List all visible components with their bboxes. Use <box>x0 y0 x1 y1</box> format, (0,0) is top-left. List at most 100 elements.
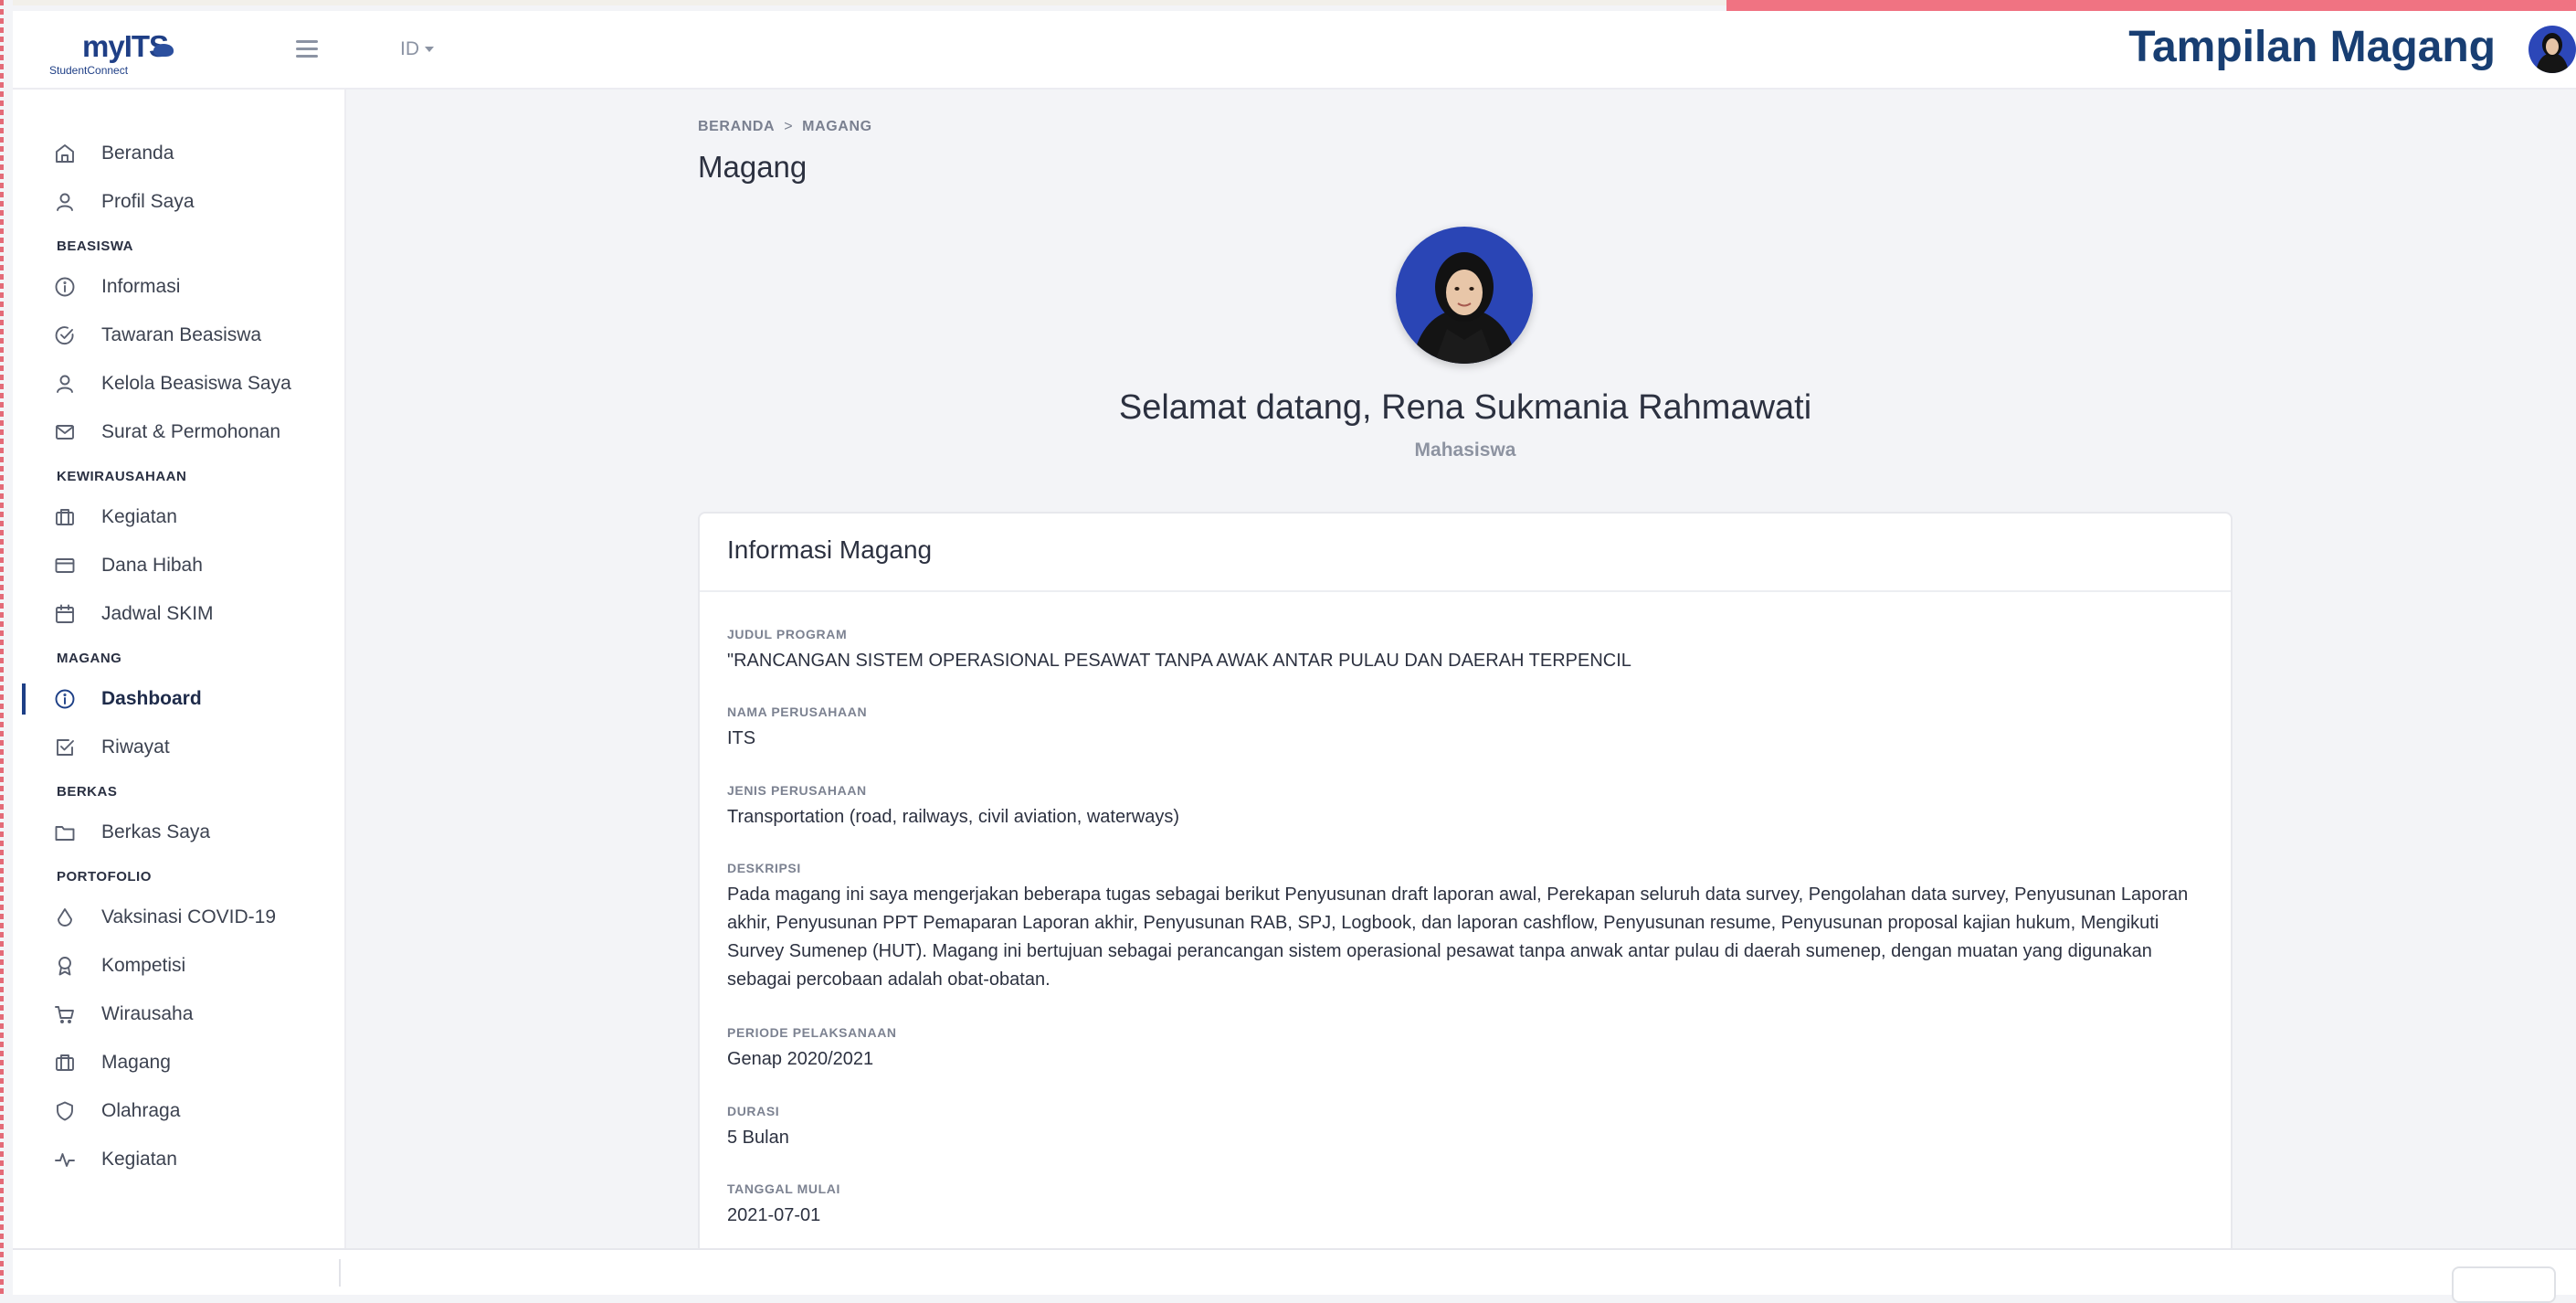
myits-logo[interactable]: myITS StudentConnect <box>49 29 177 80</box>
sidebar-item-olahraga[interactable]: Olahraga <box>13 1088 344 1132</box>
sidebar-item-dashboard[interactable]: Dashboard <box>13 676 344 720</box>
check-circle-icon <box>53 323 77 347</box>
sidebar-item-tawaran-beasiswa[interactable]: Tawaran Beasiswa <box>13 313 344 356</box>
sidebar-section-magang: MAGANG <box>57 651 122 666</box>
sidebar-item-label: Dana Hibah <box>101 555 203 576</box>
field-value: ITS <box>727 728 756 748</box>
sidebar-item-surat-permohonan[interactable]: Surat & Permohonan <box>13 409 344 453</box>
sidebar-section-berkas: BERKAS <box>57 784 118 800</box>
sidebar-item-magang[interactable]: Magang <box>13 1040 344 1084</box>
card-header: Informasi Magang <box>700 514 2231 592</box>
sidebar-item-label: Kompetisi <box>101 955 186 976</box>
sidebar-section-portofolio: PORTOFOLIO <box>57 869 152 885</box>
field-label: JUDUL PROGRAM <box>727 627 848 641</box>
breadcrumb: BERANDA > MAGANG <box>698 119 872 135</box>
sidebar-item-vaksinasi-covid-19[interactable]: Vaksinasi COVID-19 <box>13 895 344 938</box>
bottom-divider <box>339 1259 341 1287</box>
droplet-icon <box>53 906 77 929</box>
sidebar-item-berkas-saya[interactable]: Berkas Saya <box>13 810 344 853</box>
sidebar-item-informasi[interactable]: Informasi <box>13 264 344 308</box>
logo-sub-text: StudentConnect <box>49 64 129 77</box>
sidebar-item-label: Riwayat <box>101 736 170 757</box>
calendar-icon <box>53 602 77 626</box>
sidebar-item-kegiatan[interactable]: Kegiatan <box>13 494 344 538</box>
user-icon <box>53 190 77 214</box>
caret-down-icon <box>425 47 434 53</box>
sidebar-item-label: Informasi <box>101 276 181 297</box>
menu-toggle-icon[interactable] <box>296 40 318 58</box>
briefcase-icon <box>53 1051 77 1075</box>
breadcrumb-current: MAGANG <box>802 119 872 134</box>
accent-strip <box>1726 0 2576 11</box>
field-value: 2021-07-01 <box>727 1205 821 1225</box>
activity-icon <box>53 1148 77 1171</box>
sidebar-item-label: Berkas Saya <box>101 821 211 842</box>
sidebar-item-beranda[interactable]: Beranda <box>13 131 344 175</box>
award-icon <box>53 954 77 978</box>
sidebar-section-beasiswa: BEASISWA <box>57 238 134 254</box>
credit-card-icon <box>53 554 77 577</box>
language-selector[interactable]: ID <box>400 38 434 60</box>
language-label: ID <box>400 38 419 59</box>
sidebar-item-label: Kegiatan <box>101 506 177 527</box>
field-label: NAMA PERUSAHAAN <box>727 704 868 719</box>
sidebar-item-label: Kelola Beasiswa Saya <box>101 373 291 394</box>
sidebar: Beranda Profil Saya BEASISWA Informasi Tawar… <box>13 90 346 1248</box>
info-icon <box>53 275 77 299</box>
sidebar-item-kompetisi[interactable]: Kompetisi <box>13 943 344 987</box>
sidebar-item-label: Vaksinasi COVID-19 <box>101 906 277 927</box>
field-value: Transportation (road, railways, civil av… <box>727 807 1179 827</box>
logo-mark-icon <box>153 44 174 57</box>
info-icon <box>53 687 77 711</box>
sidebar-item-label: Profil Saya <box>101 191 195 212</box>
cart-icon <box>53 1002 77 1026</box>
welcome-message: Selamat datang, Rena Sukmania Rahmawati <box>1118 388 1812 427</box>
folder-icon <box>53 821 77 844</box>
bottom-bar <box>13 1248 2576 1303</box>
page-title: Magang <box>698 150 808 184</box>
top-strip <box>13 0 1726 5</box>
breadcrumb-home[interactable]: BERANDA <box>698 119 775 134</box>
sidebar-item-label: Tawaran Beasiswa <box>101 324 262 345</box>
field-value: 5 Bulan <box>727 1128 789 1148</box>
field-label: PERIODE PELAKSANAAN <box>727 1025 897 1040</box>
home-icon <box>53 142 77 165</box>
user-avatar[interactable] <box>2528 26 2576 73</box>
briefcase-icon <box>53 505 77 529</box>
field-value: Genap 2020/2021 <box>727 1049 874 1069</box>
breadcrumb-separator: > <box>784 119 794 134</box>
sidebar-item-kegiatan[interactable]: Kegiatan <box>13 1137 344 1181</box>
sidebar-item-label: Jadwal SKIM <box>101 603 214 624</box>
sidebar-item-label: Magang <box>101 1052 171 1073</box>
sidebar-section-kewirausahaan: KEWIRAUSAHAAN <box>57 469 187 484</box>
field-value: "RANCANGAN SISTEM OPERASIONAL PESAWAT TA… <box>727 651 1631 671</box>
shield-icon <box>53 1099 77 1123</box>
top-header: myITS StudentConnect ID Tampilan Magang <box>13 11 2576 90</box>
field-label: DESKRIPSI <box>727 861 801 875</box>
profile-photo <box>1396 227 1533 364</box>
sidebar-item-profil-saya[interactable]: Profil Saya <box>13 179 344 223</box>
card-title: Informasi Magang <box>727 535 933 564</box>
mail-icon <box>53 420 77 444</box>
sidebar-item-wirausaha[interactable]: Wirausaha <box>13 991 344 1035</box>
sidebar-item-jadwal-skim[interactable]: Jadwal SKIM <box>13 591 344 635</box>
slide-border-decoration <box>0 0 4 1295</box>
user-role: Mahasiswa <box>1414 440 1516 461</box>
field-label: TANGGAL MULAI <box>727 1181 840 1196</box>
sidebar-item-label: Olahraga <box>101 1100 181 1121</box>
slide-title: Tampilan Magang <box>2128 23 2496 71</box>
field-value: Pada magang ini saya mengerjakan beberap… <box>727 885 2189 990</box>
sidebar-item-label: Beranda <box>101 143 174 164</box>
internship-info-card: Informasi Magang JUDUL PROGRAM "RANCANGA… <box>698 512 2233 1261</box>
bottom-action-button[interactable] <box>2452 1266 2556 1303</box>
check-square-icon <box>53 736 77 759</box>
sidebar-item-dana-hibah[interactable]: Dana Hibah <box>13 543 344 587</box>
sidebar-item-riwayat[interactable]: Riwayat <box>13 725 344 768</box>
sidebar-item-label: Surat & Permohonan <box>101 421 281 442</box>
sidebar-item-label: Dashboard <box>101 688 202 709</box>
field-label: DURASI <box>727 1104 780 1118</box>
user-icon <box>53 372 77 396</box>
sidebar-item-kelola-beasiswa-saya[interactable]: Kelola Beasiswa Saya <box>13 361 344 405</box>
sidebar-item-label: Kegiatan <box>101 1149 177 1170</box>
sidebar-item-label: Wirausaha <box>101 1003 194 1024</box>
